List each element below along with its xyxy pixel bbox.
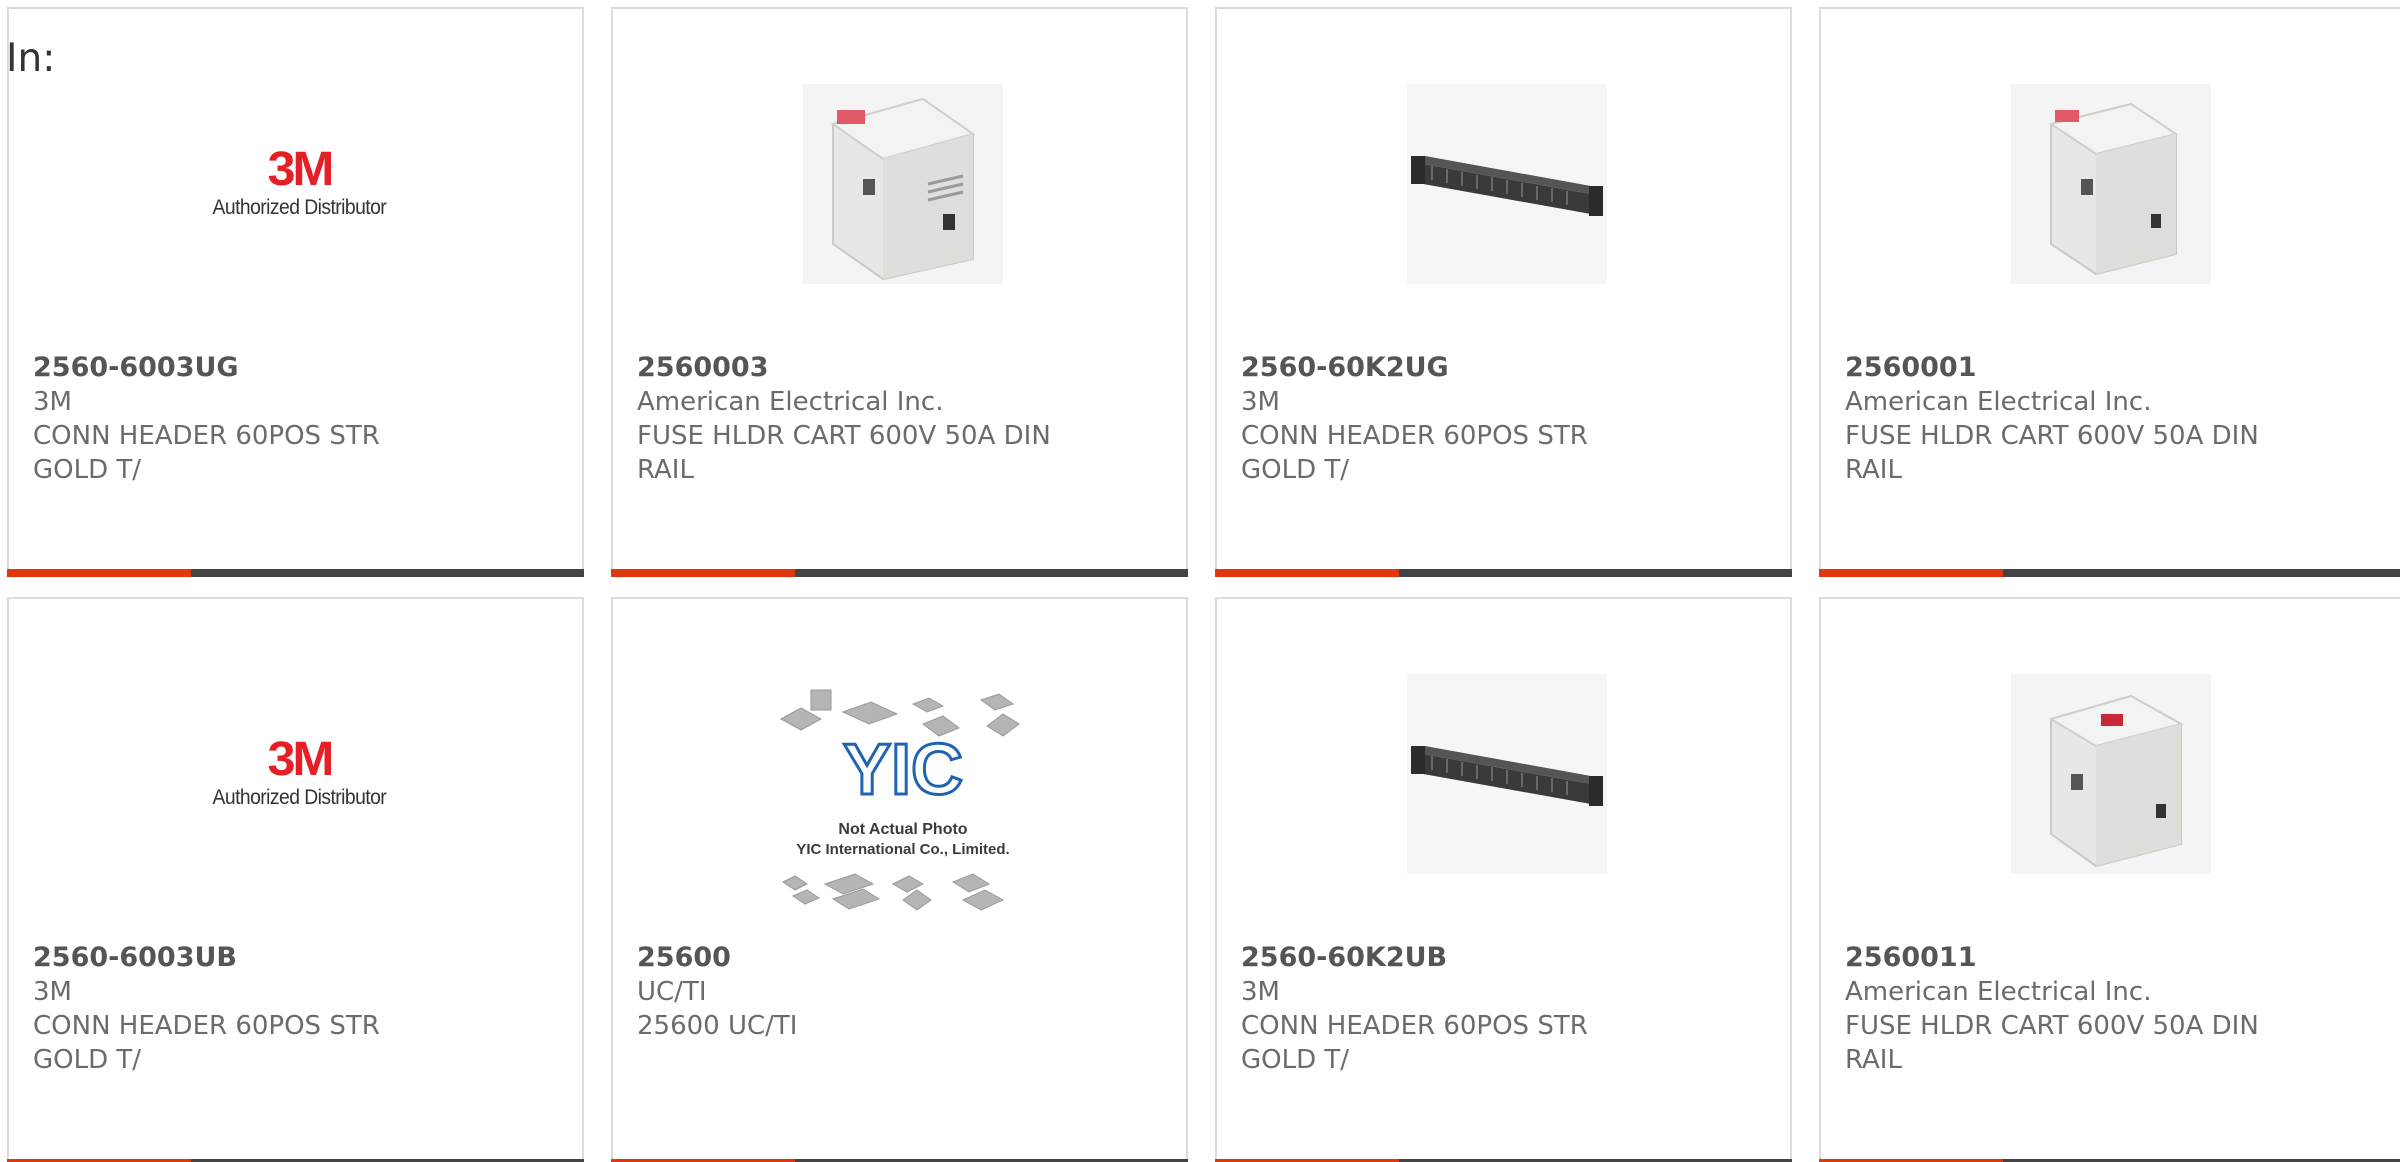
card-accent-bar (7, 569, 191, 577)
product-card[interactable]: 3M Authorized Distributor 2560-6003UB 3M… (7, 597, 584, 1162)
product-card[interactable]: 2560-60K2UG 3M CONN HEADER 60POS STR GOL… (1215, 7, 1792, 577)
card-bottom-bar (7, 569, 584, 577)
part-number-link[interactable]: 2560-6003UB (33, 941, 503, 975)
part-number-link[interactable]: 2560001 (1845, 351, 2315, 385)
product-card[interactable]: 2560-60K2UB 3M CONN HEADER 60POS STR GOL… (1215, 597, 1792, 1162)
fuse-holder-icon (2006, 669, 2216, 879)
3m-logo-mark: 3M (267, 733, 334, 786)
card-bottom-bar (1819, 569, 2400, 577)
product-grid-page: In: 3M Authorized Distributor 2560-6003U… (0, 0, 2400, 1162)
product-description: 25600 UC/TI (637, 1011, 798, 1041)
product-info: 2560-6003UB 3M CONN HEADER 60POS STR GOL… (33, 941, 503, 1077)
part-number-link[interactable]: 2560-6003UG (33, 351, 503, 385)
product-card[interactable]: 2560011 American Electrical Inc. FUSE HL… (1819, 597, 2400, 1162)
fuse-holder-icon (2006, 79, 2216, 289)
product-description: CONN HEADER 60POS STR GOLD T/ (1241, 421, 1588, 485)
manufacturer-name: American Electrical Inc. (1845, 387, 2152, 417)
filter-label: In: (6, 36, 56, 81)
product-description: FUSE HLDR CART 600V 50A DIN RAIL (1845, 1011, 2259, 1075)
fuse-holder-icon (798, 79, 1008, 289)
3m-logo-image: 3M Authorized Distributor (194, 669, 404, 879)
connector-header-icon (1402, 79, 1612, 289)
part-number-link[interactable]: 2560011 (1845, 941, 2315, 975)
3m-logo-image: 3M Authorized Distributor (194, 79, 404, 289)
placeholder-caption: Not Actual Photo (838, 821, 967, 838)
manufacturer-name: UC/TI (637, 977, 707, 1007)
product-description: CONN HEADER 60POS STR GOLD T/ (1241, 1011, 1588, 1075)
manufacturer-name: 3M (33, 387, 72, 417)
product-card[interactable]: 2560001 American Electrical Inc. FUSE HL… (1819, 7, 2400, 577)
yic-logo: YIC (843, 730, 963, 810)
connector-header-icon (1402, 669, 1612, 879)
product-info: 2560001 American Electrical Inc. FUSE HL… (1845, 351, 2315, 487)
product-description: FUSE HLDR CART 600V 50A DIN RAIL (637, 421, 1051, 485)
product-info: 2560011 American Electrical Inc. FUSE HL… (1845, 941, 2315, 1077)
product-info: 2560-6003UG 3M CONN HEADER 60POS STR GOL… (33, 351, 503, 487)
3m-logo-subtitle: Authorized Distributor (212, 196, 386, 219)
placeholder-company: YIC International Co., Limited. (796, 841, 1009, 858)
part-number-link[interactable]: 2560003 (637, 351, 1107, 385)
manufacturer-name: 3M (1241, 977, 1280, 1007)
manufacturer-name: 3M (1241, 387, 1280, 417)
product-card[interactable]: 2560003 American Electrical Inc. FUSE HL… (611, 7, 1188, 577)
manufacturer-name: American Electrical Inc. (1845, 977, 2152, 1007)
3m-logo-subtitle: Authorized Distributor (212, 786, 386, 809)
part-number-link[interactable]: 2560-60K2UG (1241, 351, 1711, 385)
card-bottom-bar (611, 569, 1188, 577)
yic-placeholder-icon: YIC Not Actual Photo YIC International C… (763, 684, 1043, 924)
card-accent-bar (1819, 569, 2003, 577)
card-accent-bar (1215, 569, 1399, 577)
product-info: 2560-60K2UB 3M CONN HEADER 60POS STR GOL… (1241, 941, 1711, 1077)
product-description: FUSE HLDR CART 600V 50A DIN RAIL (1845, 421, 2259, 485)
product-info: 25600 UC/TI 25600 UC/TI (637, 941, 1107, 1043)
part-number-link[interactable]: 2560-60K2UB (1241, 941, 1711, 975)
product-card[interactable]: YIC Not Actual Photo YIC International C… (611, 597, 1188, 1162)
3m-logo-mark: 3M (267, 143, 334, 196)
product-card[interactable]: 3M Authorized Distributor 2560-6003UG 3M… (7, 7, 584, 577)
card-accent-bar (611, 569, 795, 577)
manufacturer-name: American Electrical Inc. (637, 387, 944, 417)
product-description: CONN HEADER 60POS STR GOLD T/ (33, 421, 380, 485)
part-number-link[interactable]: 25600 (637, 941, 1107, 975)
product-info: 2560003 American Electrical Inc. FUSE HL… (637, 351, 1107, 487)
manufacturer-name: 3M (33, 977, 72, 1007)
product-description: CONN HEADER 60POS STR GOLD T/ (33, 1011, 380, 1075)
product-info: 2560-60K2UG 3M CONN HEADER 60POS STR GOL… (1241, 351, 1711, 487)
card-bottom-bar (1215, 569, 1792, 577)
